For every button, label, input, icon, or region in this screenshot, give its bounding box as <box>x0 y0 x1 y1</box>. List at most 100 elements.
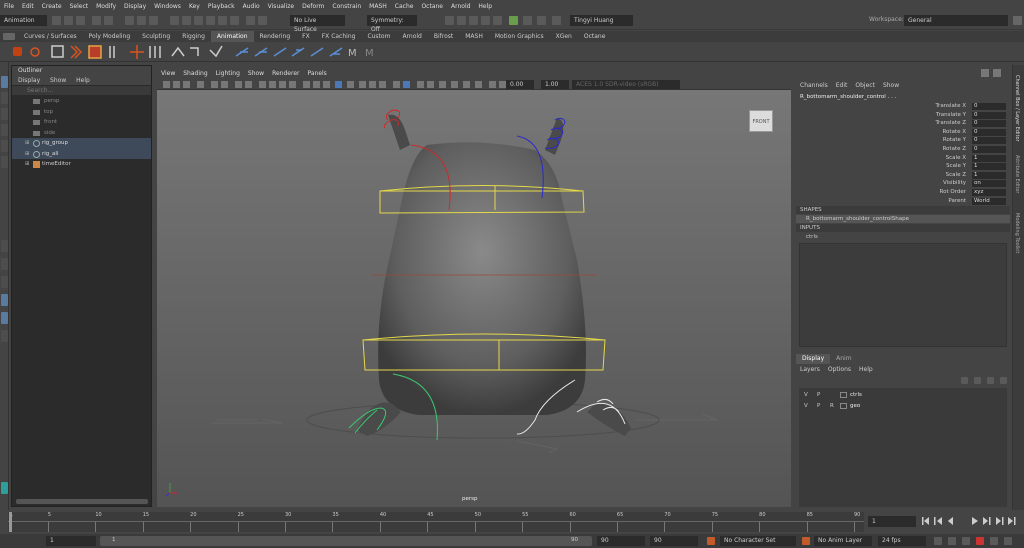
paint-select-icon[interactable] <box>1 108 8 120</box>
channel-value-field[interactable]: 1 <box>972 154 1006 162</box>
shelf-tab-mash[interactable]: MASH <box>459 31 489 42</box>
layer-playback-toggle[interactable]: P <box>817 401 820 411</box>
outliner-item-time-editor[interactable]: ⊞ timeEditor <box>12 159 151 170</box>
move-tool-icon[interactable] <box>1 124 8 136</box>
layer-name[interactable]: geo <box>850 401 860 411</box>
move-layer-down-icon[interactable] <box>974 377 981 384</box>
channel-label[interactable]: Rotate X <box>942 128 966 137</box>
ipr-render-icon[interactable] <box>469 16 478 25</box>
channel-value-field[interactable]: World <box>972 197 1006 205</box>
side-by-side-icon[interactable] <box>1 276 8 288</box>
new-scene-icon[interactable] <box>52 16 61 25</box>
shelf-tab-rigging[interactable]: Rigging <box>176 31 211 42</box>
move-layer-up-icon[interactable] <box>961 377 968 384</box>
persp-outliner-icon[interactable] <box>1 294 8 306</box>
scene-view[interactable] <box>157 90 791 507</box>
channel-row[interactable]: Rot Order xyz <box>796 188 1010 197</box>
fps-dropdown[interactable]: 24 fps <box>878 536 926 546</box>
character-set-icon[interactable] <box>707 537 715 545</box>
shelf-tab-fx[interactable]: FX <box>296 31 316 42</box>
history-icon[interactable] <box>246 16 255 25</box>
shelf-tab-motion-graphics[interactable]: Motion Graphics <box>489 31 550 42</box>
layer-row-ctrls[interactable]: V P ctrls <box>799 390 1007 400</box>
channel-label[interactable]: Scale Y <box>946 162 966 171</box>
channel-value-field[interactable]: 0 <box>972 120 1006 128</box>
expand-icon[interactable]: ⊞ <box>25 159 30 170</box>
channel-label[interactable]: Scale X <box>946 154 966 163</box>
shelf-tab-custom[interactable]: Custom <box>361 31 396 42</box>
channel-value-field[interactable]: 0 <box>972 111 1006 119</box>
new-empty-layer-icon[interactable] <box>987 377 994 384</box>
channel-row[interactable]: Visibility on <box>796 179 1010 188</box>
channel-value-field[interactable]: 0 <box>972 137 1006 145</box>
hypershade-icon[interactable] <box>493 16 502 25</box>
arnold-play-icon[interactable] <box>523 16 532 25</box>
anim-layer-icon[interactable] <box>802 537 810 545</box>
menuset-dropdown[interactable]: Animation <box>0 15 47 26</box>
gamma-field[interactable]: 1.00 <box>541 80 569 89</box>
exposure-field[interactable]: 0.00 <box>506 80 534 89</box>
scale-tool-icon[interactable] <box>1 156 8 168</box>
shelf-tab-sculpting[interactable]: Sculpting <box>136 31 176 42</box>
snap-curve-icon[interactable] <box>182 16 191 25</box>
outliner-menu-show[interactable]: Show <box>50 77 66 84</box>
channel-label[interactable]: Translate Z <box>936 119 967 128</box>
menu-constrain[interactable]: Constrain <box>328 0 365 13</box>
menu-audio[interactable]: Audio <box>239 0 264 13</box>
layer-visible-toggle[interactable]: V <box>804 401 808 411</box>
channel-row[interactable]: Rotate X 0 <box>796 128 1010 137</box>
settings-icon[interactable] <box>1004 537 1012 545</box>
auto-key-icon[interactable] <box>976 537 984 545</box>
viewport-toolbar-icons[interactable] <box>157 79 791 90</box>
edit-menu[interactable]: Edit <box>832 82 852 89</box>
menu-modify[interactable]: Modify <box>92 0 120 13</box>
channel-value-field[interactable]: 1 <box>972 171 1006 179</box>
layer-row-geo[interactable]: V P R geo <box>799 401 1007 411</box>
channel-value-field[interactable]: 1 <box>972 163 1006 171</box>
shelf-tab-curves-surfaces[interactable]: Curves / Surfaces <box>18 31 83 42</box>
channel-label[interactable]: Translate X <box>936 102 967 111</box>
save-scene-icon[interactable] <box>76 16 85 25</box>
outliner-menu-display[interactable]: Display <box>18 77 40 84</box>
channel-label[interactable]: Rotate Y <box>943 136 966 145</box>
channel-label[interactable]: Visibility <box>943 179 966 188</box>
persp-graph-icon[interactable] <box>1 312 8 324</box>
channel-row[interactable]: Parent World <box>796 197 1010 206</box>
anim-prefs-icon[interactable] <box>990 537 998 545</box>
workspace-dropdown[interactable]: General <box>904 15 1008 26</box>
time-slider-track[interactable]: 151015202530354045505560657075808590 <box>8 512 864 532</box>
node-name[interactable]: R_bottomarm_shoulder_control . . . <box>800 94 896 100</box>
sound-icon[interactable] <box>948 537 956 545</box>
show-menu[interactable]: Show <box>879 82 903 89</box>
channel-row[interactable]: Translate Z 0 <box>796 119 1010 128</box>
snap-point-icon[interactable] <box>194 16 203 25</box>
outliner-item-rig-group[interactable]: ⊞ rig_group <box>12 138 151 149</box>
menu-cache[interactable]: Cache <box>391 0 418 13</box>
shape-node[interactable]: R_bottomarm_shoulder_controlShape <box>796 215 1010 223</box>
viewport-persp[interactable]: FRONT persp <box>157 90 791 507</box>
options-menu[interactable]: Options <box>824 366 855 373</box>
snap-surface-icon[interactable] <box>218 16 227 25</box>
pause-icon[interactable] <box>537 16 546 25</box>
end-time-field[interactable]: 90 <box>597 536 645 546</box>
channel-row[interactable]: Translate Y 0 <box>796 111 1010 120</box>
expand-icon[interactable]: ⊞ <box>25 138 30 149</box>
channel-label[interactable]: Rotate Z <box>942 145 966 154</box>
menu-deform[interactable]: Deform <box>298 0 328 13</box>
tab-attribute-editor[interactable]: Attribute Editor <box>1014 155 1020 193</box>
outliner-item-front[interactable]: front <box>12 117 151 128</box>
live-surface-field[interactable]: No Live Surface <box>290 15 345 33</box>
menu-edit[interactable]: Edit <box>18 0 38 13</box>
viewport-menu-panels[interactable]: Panels <box>303 69 330 79</box>
tab-display[interactable]: Display <box>796 354 831 364</box>
current-time-marker[interactable] <box>9 512 12 532</box>
menu-help[interactable]: Help <box>474 0 496 13</box>
select-hierarchy-icon[interactable] <box>125 16 134 25</box>
shelf-tab-poly-modeling[interactable]: Poly Modeling <box>83 31 137 42</box>
outliner-item-rig-all[interactable]: ⊞ rig_all <box>12 148 151 159</box>
shelf-tab-arnold[interactable]: Arnold <box>396 31 427 42</box>
new-layer-selected-icon[interactable] <box>1000 377 1007 384</box>
shelf-tab-rendering[interactable]: Rendering <box>254 31 297 42</box>
shelf-tab-fx-caching[interactable]: FX Caching <box>316 31 362 42</box>
outliner-search-input[interactable]: Search... <box>12 86 151 95</box>
